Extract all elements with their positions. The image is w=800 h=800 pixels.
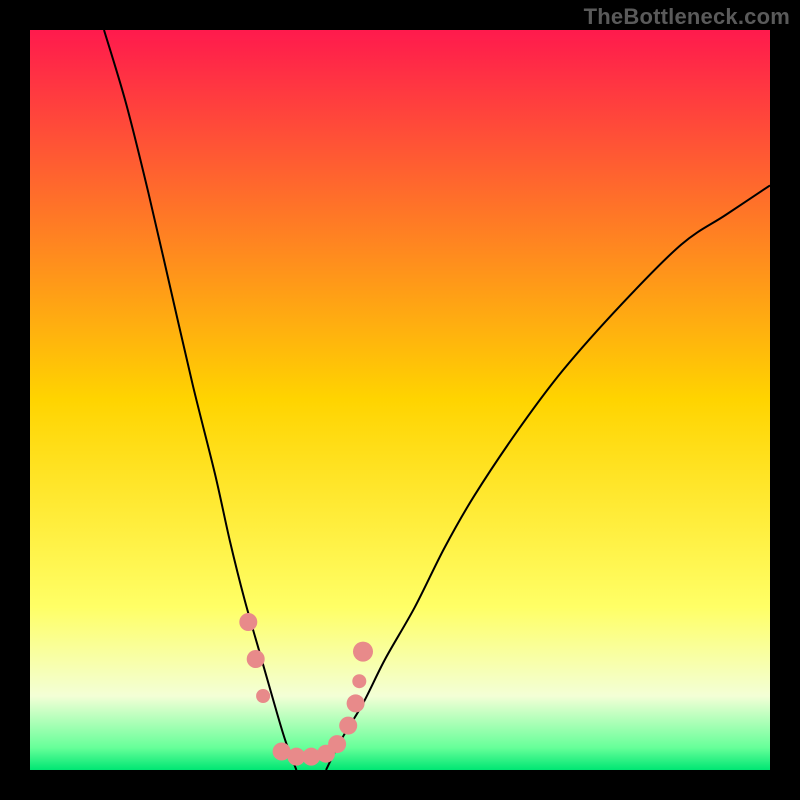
chart-frame: TheBottleneck.com [0, 0, 800, 800]
marker-point [256, 689, 270, 703]
marker-point [352, 674, 366, 688]
marker-point [347, 694, 365, 712]
plot-area [30, 30, 770, 770]
marker-point [328, 735, 346, 753]
chart-background [30, 30, 770, 770]
chart-svg [30, 30, 770, 770]
marker-point [239, 613, 257, 631]
watermark-text: TheBottleneck.com [584, 4, 790, 30]
marker-point [247, 650, 265, 668]
marker-point [353, 642, 373, 662]
marker-point [339, 717, 357, 735]
marker-point [302, 748, 320, 766]
